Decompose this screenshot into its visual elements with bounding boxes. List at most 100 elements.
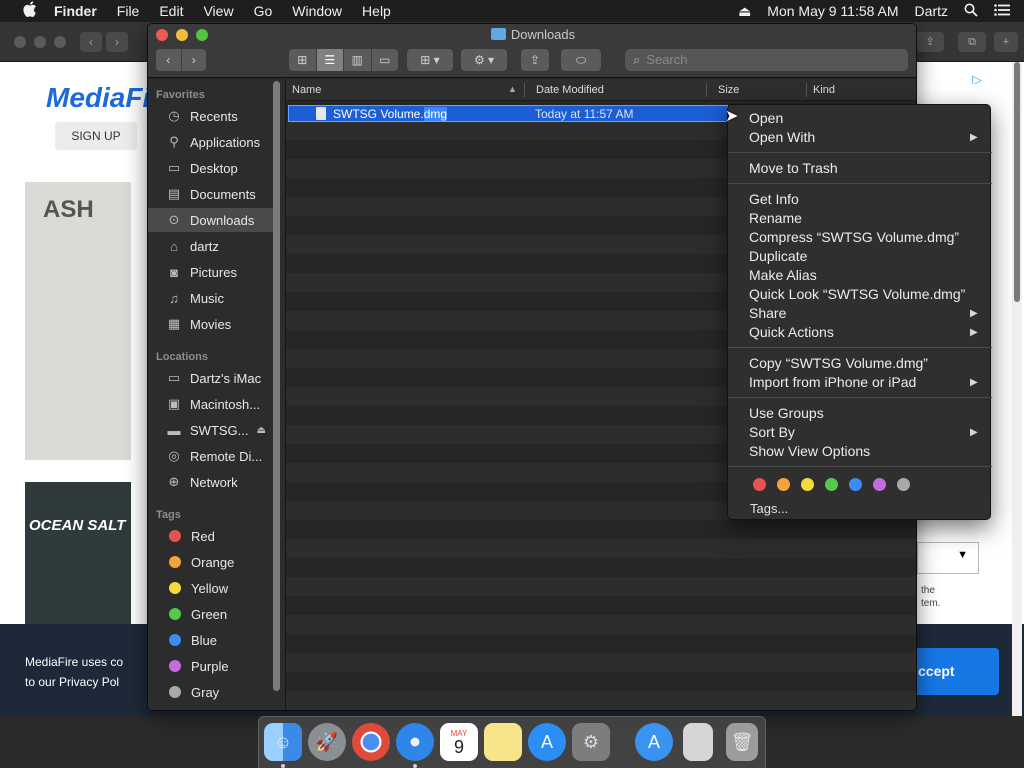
file-name-field[interactable]: SWTSG Volume.dmg [333, 107, 448, 121]
browser-share-button[interactable]: ⇪ [916, 32, 944, 52]
file-row-swtsg-volume[interactable]: SWTSG Volume.dmg Today at 11:57 AM [288, 105, 728, 122]
browser-scrollbar-thumb[interactable] [1014, 62, 1020, 302]
trash-icon[interactable]: 🗑 [726, 723, 758, 761]
system-preferences-icon[interactable]: ⚙ [572, 723, 610, 761]
sidebar-item-applications[interactable]: ⚲ Applications [148, 130, 278, 154]
notification-center-icon[interactable] [994, 3, 1010, 19]
column-divider[interactable] [806, 83, 807, 97]
forward-button[interactable]: › [182, 49, 207, 71]
menu-clock[interactable]: Mon May 9 11:58 AM [767, 3, 898, 19]
sidebar-item-music[interactable]: ♫ Music [148, 286, 278, 310]
sidebar-item-recents[interactable]: ◷ Recents [148, 104, 278, 128]
list-view-icon[interactable]: ☰ [316, 49, 344, 71]
download-select[interactable]: ▼ [917, 542, 979, 574]
column-date-modified[interactable]: Date Modified [536, 84, 604, 96]
menu-view[interactable]: View [203, 3, 233, 19]
sidebar-item-movies[interactable]: ▦ Movies [148, 312, 278, 336]
finder-icon[interactable]: ☺ [264, 723, 302, 761]
menu-item-make-alias[interactable]: Make Alias [749, 267, 817, 283]
sidebar-item-macintosh-hd[interactable]: ▣ Macintosh... [148, 392, 278, 416]
menu-item-rename[interactable]: Rename [749, 210, 802, 226]
tag-gray-icon[interactable] [897, 478, 910, 491]
sidebar-item-imac[interactable]: ▭ Dartz's iMac [148, 366, 278, 390]
column-view-icon[interactable]: ▥ [344, 49, 372, 71]
sidebar-item-documents[interactable]: ▤ Documents [148, 182, 278, 206]
ad-banner-secondary[interactable]: OCEAN SALT [25, 482, 131, 627]
tag-button[interactable]: ⬭ [561, 49, 601, 71]
browser-scrollbar[interactable] [1012, 62, 1022, 716]
menu-item-sort-by[interactable]: Sort By [749, 424, 795, 440]
sidebar-item-remote-disc[interactable]: ◎ Remote Di... [148, 444, 278, 468]
column-name[interactable]: Name [292, 84, 321, 96]
column-kind[interactable]: Kind [813, 84, 835, 96]
eject-icon[interactable]: ⏏ [257, 425, 266, 436]
safari-icon[interactable]: ⌖ [396, 723, 434, 761]
browser-forward-button[interactable]: › [106, 32, 128, 52]
column-size[interactable]: Size [718, 84, 739, 96]
browser-new-tab-button[interactable]: + [994, 32, 1018, 52]
menu-edit[interactable]: Edit [159, 3, 183, 19]
sidebar-tag-purple[interactable]: Purple [148, 654, 278, 678]
menu-item-move-to-trash[interactable]: Move to Trash [749, 160, 838, 176]
menu-item-duplicate[interactable]: Duplicate [749, 248, 807, 264]
sidebar-tag-red[interactable]: Red [148, 524, 278, 548]
menu-go[interactable]: Go [254, 3, 273, 19]
column-divider[interactable] [706, 83, 707, 97]
tag-green-icon[interactable] [825, 478, 838, 491]
menu-item-open-with[interactable]: Open With [749, 129, 815, 145]
sidebar-tag-yellow[interactable]: Yellow [148, 576, 278, 600]
back-button[interactable]: ‹ [156, 49, 182, 71]
menu-item-get-info[interactable]: Get Info [749, 191, 799, 207]
notes-icon[interactable] [484, 723, 522, 761]
browser-back-button[interactable]: ‹ [80, 32, 102, 52]
menu-item-import-from-iphone[interactable]: Import from iPhone or iPad [749, 374, 916, 390]
menu-item-share[interactable]: Share [749, 305, 786, 321]
sidebar-item-pictures[interactable]: ◙ Pictures [148, 260, 278, 284]
tag-red-icon[interactable] [753, 478, 766, 491]
sidebar-tag-green[interactable]: Green [148, 602, 278, 626]
app-store-icon[interactable]: A [528, 723, 566, 761]
calendar-icon[interactable]: MAY 9 [440, 723, 478, 761]
menu-user[interactable]: Dartz [915, 3, 948, 19]
dmg-file-icon[interactable] [683, 723, 713, 761]
gallery-view-icon[interactable]: ▭ [372, 49, 399, 71]
sidebar-item-swtsg-volume[interactable]: ▬ SWTSG... ⏏ [148, 418, 278, 442]
sidebar-tag-gray[interactable]: Gray [148, 680, 278, 704]
sidebar-tag-orange[interactable]: Orange [148, 550, 278, 574]
apple-menu-icon[interactable] [20, 1, 40, 21]
tag-orange-icon[interactable] [777, 478, 790, 491]
browser-zoom-button[interactable] [54, 36, 66, 48]
menu-file[interactable]: File [117, 3, 140, 19]
menu-item-open[interactable]: Open [749, 110, 783, 126]
spotlight-icon[interactable] [964, 3, 978, 20]
sidebar-item-downloads[interactable]: ⊙ Downloads [148, 208, 278, 232]
menu-item-compress[interactable]: Compress “SWTSG Volume.dmg” [749, 229, 959, 245]
menu-item-tags[interactable]: Tags... [750, 501, 788, 516]
menu-item-copy[interactable]: Copy “SWTSG Volume.dmg” [749, 355, 928, 371]
tag-yellow-icon[interactable] [801, 478, 814, 491]
sidebar-scrollbar[interactable] [272, 81, 280, 709]
menu-item-quick-look[interactable]: Quick Look “SWTSG Volume.dmg” [749, 286, 965, 302]
menu-window[interactable]: Window [292, 3, 342, 19]
sidebar-item-home[interactable]: ⌂ dartz [148, 234, 278, 258]
menu-item-quick-actions[interactable]: Quick Actions [749, 324, 834, 340]
action-gear-button[interactable]: ⚙ ▾ [461, 49, 507, 71]
share-button[interactable]: ⇪ [521, 49, 549, 71]
sidebar-scrollbar-thumb[interactable] [273, 81, 280, 691]
search-field[interactable]: ⌕ Search [625, 49, 908, 71]
tag-purple-icon[interactable] [873, 478, 886, 491]
sidebar-item-desktop[interactable]: ▭ Desktop [148, 156, 278, 180]
sidebar-item-network[interactable]: ⊕ Network [148, 470, 278, 494]
column-divider[interactable] [524, 83, 525, 97]
browser-tabs-button[interactable]: ⧉ [958, 32, 986, 52]
icon-view-icon[interactable]: ⊞ [289, 49, 317, 71]
chrome-icon[interactable] [352, 723, 390, 761]
menu-item-use-groups[interactable]: Use Groups [749, 405, 824, 421]
ad-banner[interactable]: ASH [25, 182, 131, 460]
group-button[interactable]: ⊞ ▾ [407, 49, 453, 71]
eject-icon[interactable]: ⏏ [738, 3, 751, 20]
signup-button[interactable]: SIGN UP [55, 122, 137, 150]
app-store-folder-icon[interactable]: A [635, 723, 673, 761]
sidebar-tag-blue[interactable]: Blue [148, 628, 278, 652]
menu-item-show-view-options[interactable]: Show View Options [749, 443, 870, 459]
